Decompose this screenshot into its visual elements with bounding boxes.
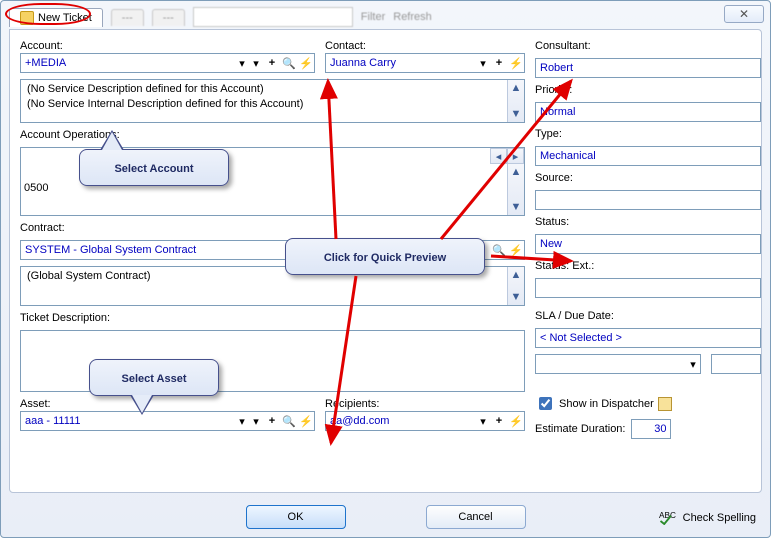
recipients-input[interactable]: [326, 412, 476, 430]
type-label: Type:: [535, 128, 761, 140]
contract-quickpreview-button[interactable]: [508, 242, 524, 258]
consultant-input[interactable]: [535, 58, 761, 78]
contact-add-button[interactable]: [491, 55, 507, 71]
scroll-down-icon[interactable]: ▼: [508, 289, 524, 305]
annotation-quick-preview: Click for Quick Preview: [285, 238, 485, 275]
refresh-button[interactable]: Refresh: [393, 11, 432, 23]
asset-input[interactable]: [21, 412, 235, 430]
svc-line-1: (No Service Description defined for this…: [27, 82, 518, 97]
tab-bar: New Ticket --- --- Filter Refresh ✕: [1, 1, 770, 29]
new-ticket-dialog: New Ticket --- --- Filter Refresh ✕ Acco…: [0, 0, 771, 538]
priority-input[interactable]: [535, 102, 761, 122]
account-search-button[interactable]: [281, 55, 297, 71]
asset-add-button[interactable]: [264, 413, 280, 429]
account-dropdown-icon[interactable]: ▾: [235, 57, 249, 70]
show-dispatcher-label: Show in Dispatcher: [559, 398, 654, 410]
scroll-up-icon[interactable]: ▲: [508, 267, 524, 283]
ticket-desc-label: Ticket Description:: [20, 312, 525, 324]
ops-scroll-left-icon: ◂: [490, 148, 507, 164]
svc-scrollbar[interactable]: ▲ ▼: [507, 80, 524, 122]
dispatcher-icon: [658, 397, 672, 411]
right-column: Consultant: Priority: Type: Source: Stat…: [535, 40, 761, 482]
asset-search-button[interactable]: [281, 413, 297, 429]
status-ext-input[interactable]: [535, 278, 761, 298]
status-label: Status:: [535, 216, 761, 228]
recipients-dropdown-icon[interactable]: ▾: [476, 415, 490, 428]
scroll-down-icon[interactable]: ▼: [508, 199, 524, 215]
scroll-down-icon[interactable]: ▼: [508, 106, 524, 122]
asset-dropdown-icon[interactable]: ▾: [235, 415, 249, 428]
svc-line-2: (No Service Internal Description defined…: [27, 97, 518, 112]
estimate-duration-label: Estimate Duration:: [535, 423, 625, 435]
scroll-up-icon[interactable]: ▲: [508, 80, 524, 96]
contract-scrollbar[interactable]: ▲ ▼: [507, 267, 524, 305]
account-quickpreview-button[interactable]: [298, 55, 314, 71]
ops-scroll-right-icon: ▸: [507, 148, 524, 164]
scroll-up-icon[interactable]: ▲: [508, 164, 524, 180]
recipients-combo[interactable]: ▾: [325, 411, 525, 431]
contact-combo[interactable]: ▾: [325, 53, 525, 73]
status-input[interactable]: [535, 234, 761, 254]
annotation-select-account: Select Account: [79, 149, 229, 186]
consultant-label: Consultant:: [535, 40, 761, 52]
close-icon: ✕: [739, 7, 749, 21]
top-find-input[interactable]: [193, 7, 353, 27]
status-ext-label: Status: Ext.:: [535, 260, 761, 272]
source-input[interactable]: [535, 190, 761, 210]
check-spelling-button[interactable]: ABC Check Spelling: [659, 511, 756, 525]
account-label: Account:: [20, 40, 315, 52]
account-input[interactable]: [21, 54, 235, 72]
ops-scrollbar[interactable]: ▲ ▼: [507, 164, 524, 215]
contract-label: Contract:: [20, 222, 525, 234]
asset-dropdown-icon2[interactable]: ▾: [249, 415, 263, 428]
type-input[interactable]: [535, 146, 761, 166]
sla-time-input[interactable]: [711, 354, 761, 374]
contact-dropdown-icon[interactable]: ▾: [476, 57, 490, 70]
contact-label: Contact:: [325, 40, 525, 52]
recipients-quickpreview-button[interactable]: [508, 413, 524, 429]
tab-label: New Ticket: [38, 12, 92, 24]
filter-label: Filter: [361, 11, 385, 23]
service-description-box: (No Service Description defined for this…: [20, 79, 525, 123]
sla-label: SLA / Due Date:: [535, 310, 761, 322]
tab-disabled-2: ---: [152, 9, 185, 26]
account-add-button[interactable]: [264, 55, 280, 71]
tab-disabled-1: ---: [111, 9, 144, 26]
recipients-label: Recipients:: [325, 398, 525, 410]
account-dropdown-icon2[interactable]: ▾: [249, 57, 263, 70]
show-dispatcher-checkbox[interactable]: [539, 397, 552, 410]
contract-search-button[interactable]: [491, 242, 507, 258]
cancel-button[interactable]: Cancel: [426, 505, 526, 529]
spellcheck-icon: ABC: [659, 511, 677, 525]
source-label: Source:: [535, 172, 761, 184]
asset-combo[interactable]: ▾ ▾: [20, 411, 315, 431]
dialog-button-bar: OK Cancel: [1, 505, 770, 529]
recipients-add-button[interactable]: [491, 413, 507, 429]
priority-label: Priority:: [535, 84, 761, 96]
asset-quickpreview-button[interactable]: [298, 413, 314, 429]
sla-select[interactable]: [535, 328, 761, 348]
tab-new-ticket[interactable]: New Ticket: [9, 8, 103, 27]
chevron-down-icon[interactable]: ▾: [686, 358, 700, 371]
account-combo[interactable]: ▾ ▾: [20, 53, 315, 73]
close-button[interactable]: ✕: [724, 5, 764, 23]
annotation-select-asset: Select Asset: [89, 359, 219, 396]
ticket-icon: [20, 11, 34, 25]
asset-label: Asset:: [20, 398, 315, 410]
ok-button[interactable]: OK: [246, 505, 346, 529]
contact-input[interactable]: [326, 54, 476, 72]
ops-mini-scroll[interactable]: ◂▸: [490, 148, 524, 164]
account-ops-label: Account Operations:: [20, 129, 525, 141]
contact-quickpreview-button[interactable]: [508, 55, 524, 71]
estimate-duration-input[interactable]: [631, 419, 671, 439]
sla-date-input[interactable]: ▾: [535, 354, 701, 374]
